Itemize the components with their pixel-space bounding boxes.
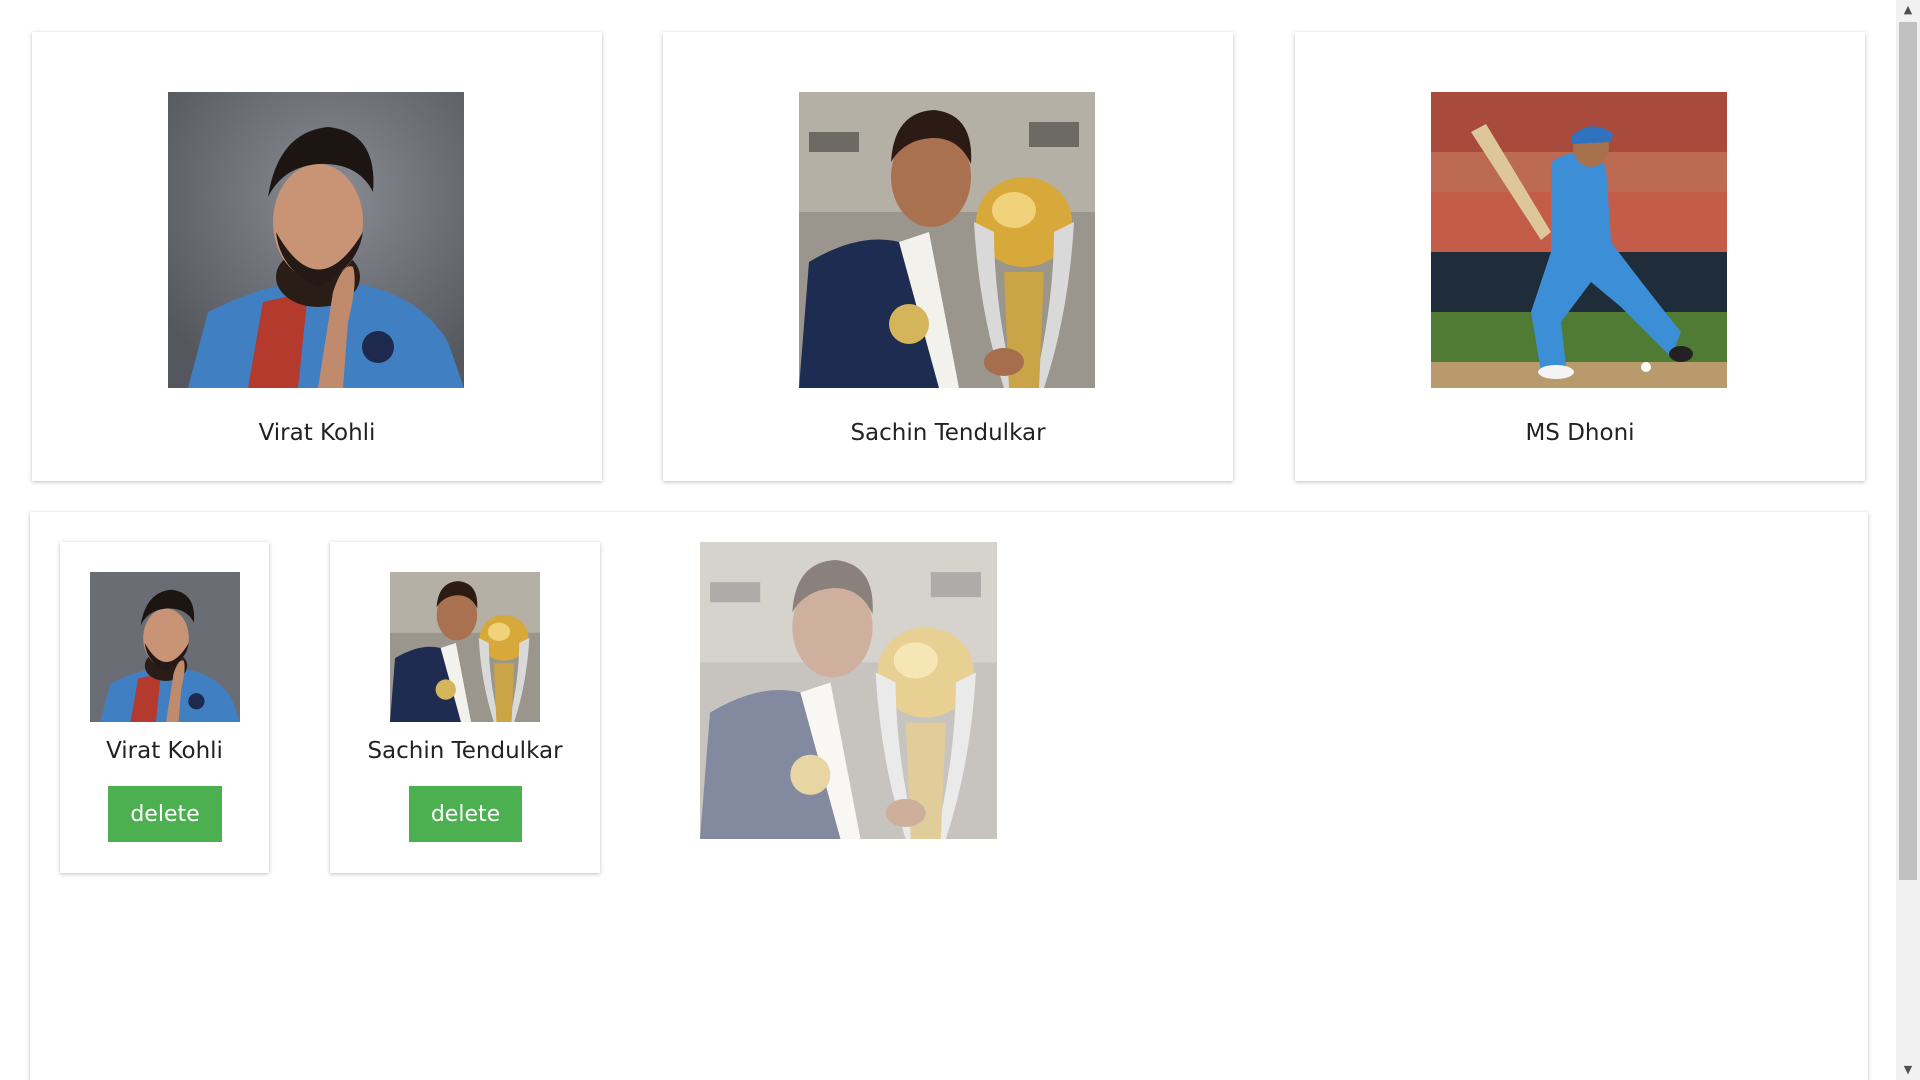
virat-kohli-thumbnail [90,572,240,722]
delete-button[interactable]: delete [108,786,222,842]
scrollbar-thumb[interactable] [1899,22,1917,880]
selected-player-name: Sachin Tendulkar [367,738,563,764]
selected-card-sachin-tendulkar: Sachin Tendulkar delete [330,542,600,873]
selected-card-virat-kohli: Virat Kohli delete [60,542,269,873]
drag-ghost-sachin-tendulkar-photo [700,542,997,839]
selected-player-name: Virat Kohli [106,738,223,764]
virat-kohli-photo[interactable] [168,92,464,388]
player-name: Sachin Tendulkar [850,420,1046,446]
player-card-sachin-tendulkar[interactable]: Sachin Tendulkar [663,32,1233,481]
selected-players-dropzone[interactable]: Virat Kohli delete Sachin Tendulkar dele… [30,512,1868,1080]
player-card-virat-kohli[interactable]: Virat Kohli [32,32,602,481]
ms-dhoni-photo[interactable] [1431,92,1727,388]
sachin-tendulkar-thumbnail [390,572,540,722]
player-card-ms-dhoni[interactable]: MS Dhoni [1295,32,1865,481]
triangle-down-icon[interactable]: ▼ [1896,1060,1920,1080]
vertical-scrollbar[interactable]: ▲ ▼ [1896,0,1920,1080]
page: Virat Kohli Sachin Tendulkar MS Dhoni Vi… [0,0,1920,1080]
delete-button[interactable]: delete [409,786,522,842]
player-name: MS Dhoni [1525,420,1635,446]
player-name: Virat Kohli [258,420,376,446]
triangle-up-icon[interactable]: ▲ [1896,0,1920,20]
sachin-tendulkar-photo[interactable] [799,92,1095,388]
